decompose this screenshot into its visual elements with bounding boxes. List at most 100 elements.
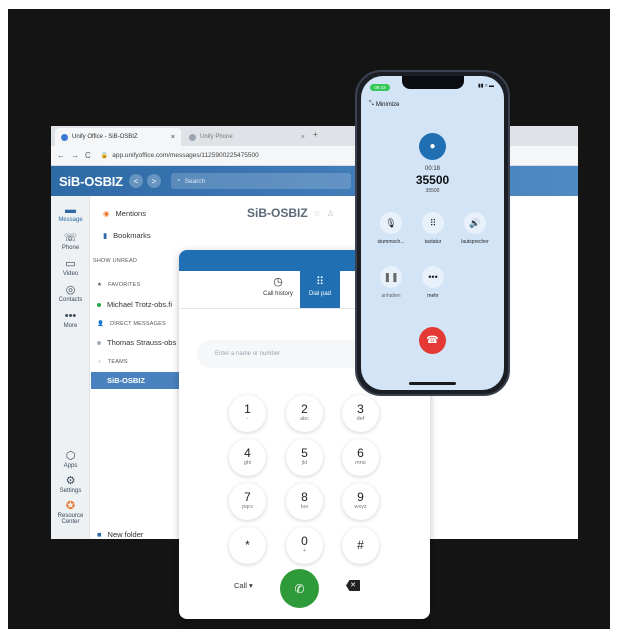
mute-label: stummsch... xyxy=(377,239,405,245)
dial-key-0[interactable]: 0 + xyxy=(286,527,323,564)
backspace-icon[interactable]: ✕ xyxy=(346,580,360,591)
mention-icon: ◉ xyxy=(103,209,110,218)
favorite-star-icon[interactable]: ☆ xyxy=(314,209,321,218)
video-icon: ▭ xyxy=(65,258,76,270)
folder-icon: ■ xyxy=(97,530,102,539)
phone-notch xyxy=(402,76,464,89)
unify-phone-favicon-icon xyxy=(189,133,196,141)
app-brand: SiB-OSBIZ xyxy=(59,173,123,189)
list-item-bookmarks[interactable]: ▮ Bookmarks xyxy=(103,231,253,240)
rail-item-contacts[interactable]: ◎ Contacts xyxy=(51,284,90,303)
resource-center-icon: ✪ xyxy=(65,500,76,512)
mute-button[interactable]: 🎙 stummsch... xyxy=(371,212,411,245)
dial-key-6[interactable]: 6 mno xyxy=(342,439,379,476)
phone-icon: ✆ xyxy=(294,581,305,596)
dial-key-4[interactable]: 4 ghi xyxy=(229,439,266,476)
star-icon: ★ xyxy=(97,282,103,288)
contact-name: Thomas Strauss-obs xyxy=(107,338,177,347)
call-button[interactable]: ✆ xyxy=(280,569,319,608)
apps-icon: ⬡ xyxy=(65,450,76,462)
minimize-label: Minimize xyxy=(375,101,400,108)
contact-name: Michael Trotz-obs.fi xyxy=(107,300,173,309)
key-digit: 2 xyxy=(301,402,308,416)
rail-item-resource-center[interactable]: ✪ Resource Center xyxy=(51,500,90,525)
tab-dial-pad[interactable]: ⠿ Dial pad xyxy=(300,271,340,308)
rail-item-video[interactable]: ▭ Video xyxy=(51,258,90,277)
rail-label: More xyxy=(63,323,78,329)
more-button[interactable]: ••• mehr xyxy=(413,266,453,299)
speaker-button[interactable]: 🔊 lautsprecher xyxy=(455,212,495,245)
status-time: 09:43 xyxy=(370,84,390,91)
app-search-input[interactable]: ⌕ Search xyxy=(171,173,351,189)
key-digit: 0 xyxy=(301,534,308,548)
browser-tab-unify-office[interactable]: Unify Office - SiB-OSBIZ × xyxy=(55,128,181,146)
members-icon[interactable]: ♙ xyxy=(327,209,334,218)
key-letters: tuv xyxy=(300,504,309,510)
dial-key-7[interactable]: 7 pqrs xyxy=(229,483,266,520)
key-digit: 5 xyxy=(301,446,308,460)
key-digit: 7 xyxy=(244,490,251,504)
search-icon: ⌕ xyxy=(177,177,181,184)
url-field[interactable]: 🔒 app.unifyoffice.com/messages/112590022… xyxy=(101,152,259,159)
key-letters: wxyz xyxy=(354,504,367,510)
channel-header: SiB-OSBIZ ☆ ♙ xyxy=(247,206,334,220)
dial-key-3[interactable]: 3 def xyxy=(342,395,379,432)
bookmark-icon: ▮ xyxy=(103,231,108,240)
search-placeholder: Search xyxy=(184,177,206,185)
call-mode-dropdown[interactable]: Call ▾ xyxy=(234,581,253,590)
browser-tab-unify-phone[interactable]: Unify Phone × xyxy=(183,128,311,146)
key-digit: 3 xyxy=(357,402,364,416)
clock-icon: ◷ xyxy=(273,276,283,288)
tab-call-history[interactable]: ◷ Call history xyxy=(258,271,298,308)
dial-key-1[interactable]: 1- xyxy=(229,395,266,432)
rail-item-apps[interactable]: ⬡ Apps xyxy=(51,450,90,469)
tab-label: Unify Phone xyxy=(200,134,233,140)
minimize-button[interactable]: ⤡ Minimize xyxy=(369,101,399,108)
dial-key-star[interactable]: * xyxy=(229,527,266,564)
keypad-label: tastatur xyxy=(424,239,442,245)
reload-icon[interactable]: C xyxy=(85,151,91,160)
call-duration: 00:18 xyxy=(424,166,440,172)
new-tab-button[interactable]: + xyxy=(313,130,318,139)
rail-item-message[interactable]: ▬ Message xyxy=(51,204,90,223)
close-tab-icon[interactable]: × xyxy=(301,134,305,141)
rail-label: Apps xyxy=(63,463,78,469)
key-letters: jkl xyxy=(301,460,308,466)
dial-key-8[interactable]: 8 tuv xyxy=(286,483,323,520)
close-tab-icon[interactable]: × xyxy=(171,134,175,141)
back-icon[interactable]: ← xyxy=(57,151,65,160)
contacts-icon: ◎ xyxy=(65,284,76,296)
dial-key-2[interactable]: 2 abc xyxy=(286,395,323,432)
rail-label: Phone xyxy=(61,245,80,251)
speaker-icon: 🔊 xyxy=(464,212,486,234)
list-item-mentions[interactable]: ◉ Mentions xyxy=(103,209,253,218)
teams-label: TEAMS xyxy=(107,359,128,365)
keypad-button[interactable]: ⠿ tastatur xyxy=(413,212,453,245)
history-back-button[interactable]: < xyxy=(129,174,143,188)
caller-avatar: ● xyxy=(419,133,446,160)
person-icon: ● xyxy=(429,141,436,152)
rail-item-more[interactable]: ••• More xyxy=(51,310,90,329)
rail-label: Settings xyxy=(59,488,82,494)
hold-label: anhalten xyxy=(381,293,401,299)
key-letters: def xyxy=(356,416,365,422)
hold-button[interactable]: ❚❚ anhalten xyxy=(371,266,411,299)
history-forward-button[interactable]: > xyxy=(147,174,161,188)
team-name: SiB-OSBIZ xyxy=(107,376,145,385)
dial-key-hash[interactable]: # xyxy=(342,527,379,564)
hang-up-button[interactable]: ☎ xyxy=(419,327,446,354)
more-icon: ••• xyxy=(64,310,77,322)
message-icon: ▬ xyxy=(65,204,76,216)
dial-key-5[interactable]: 5 jkl xyxy=(286,439,323,476)
dial-key-9[interactable]: 9 wxyz xyxy=(342,483,379,520)
rail-item-settings[interactable]: ⚙ Settings xyxy=(51,475,90,494)
rail-label: Resource Center xyxy=(57,513,84,525)
call-number: 35500 xyxy=(415,173,450,187)
rail-item-phone[interactable]: ☏ Phone xyxy=(51,232,90,251)
key-letters: pqrs xyxy=(242,504,253,510)
key-letters: - xyxy=(246,416,249,422)
key-letters: mno xyxy=(355,460,366,466)
key-digit: 6 xyxy=(357,446,364,460)
key-digit: # xyxy=(357,538,364,552)
forward-icon[interactable]: → xyxy=(71,151,79,160)
